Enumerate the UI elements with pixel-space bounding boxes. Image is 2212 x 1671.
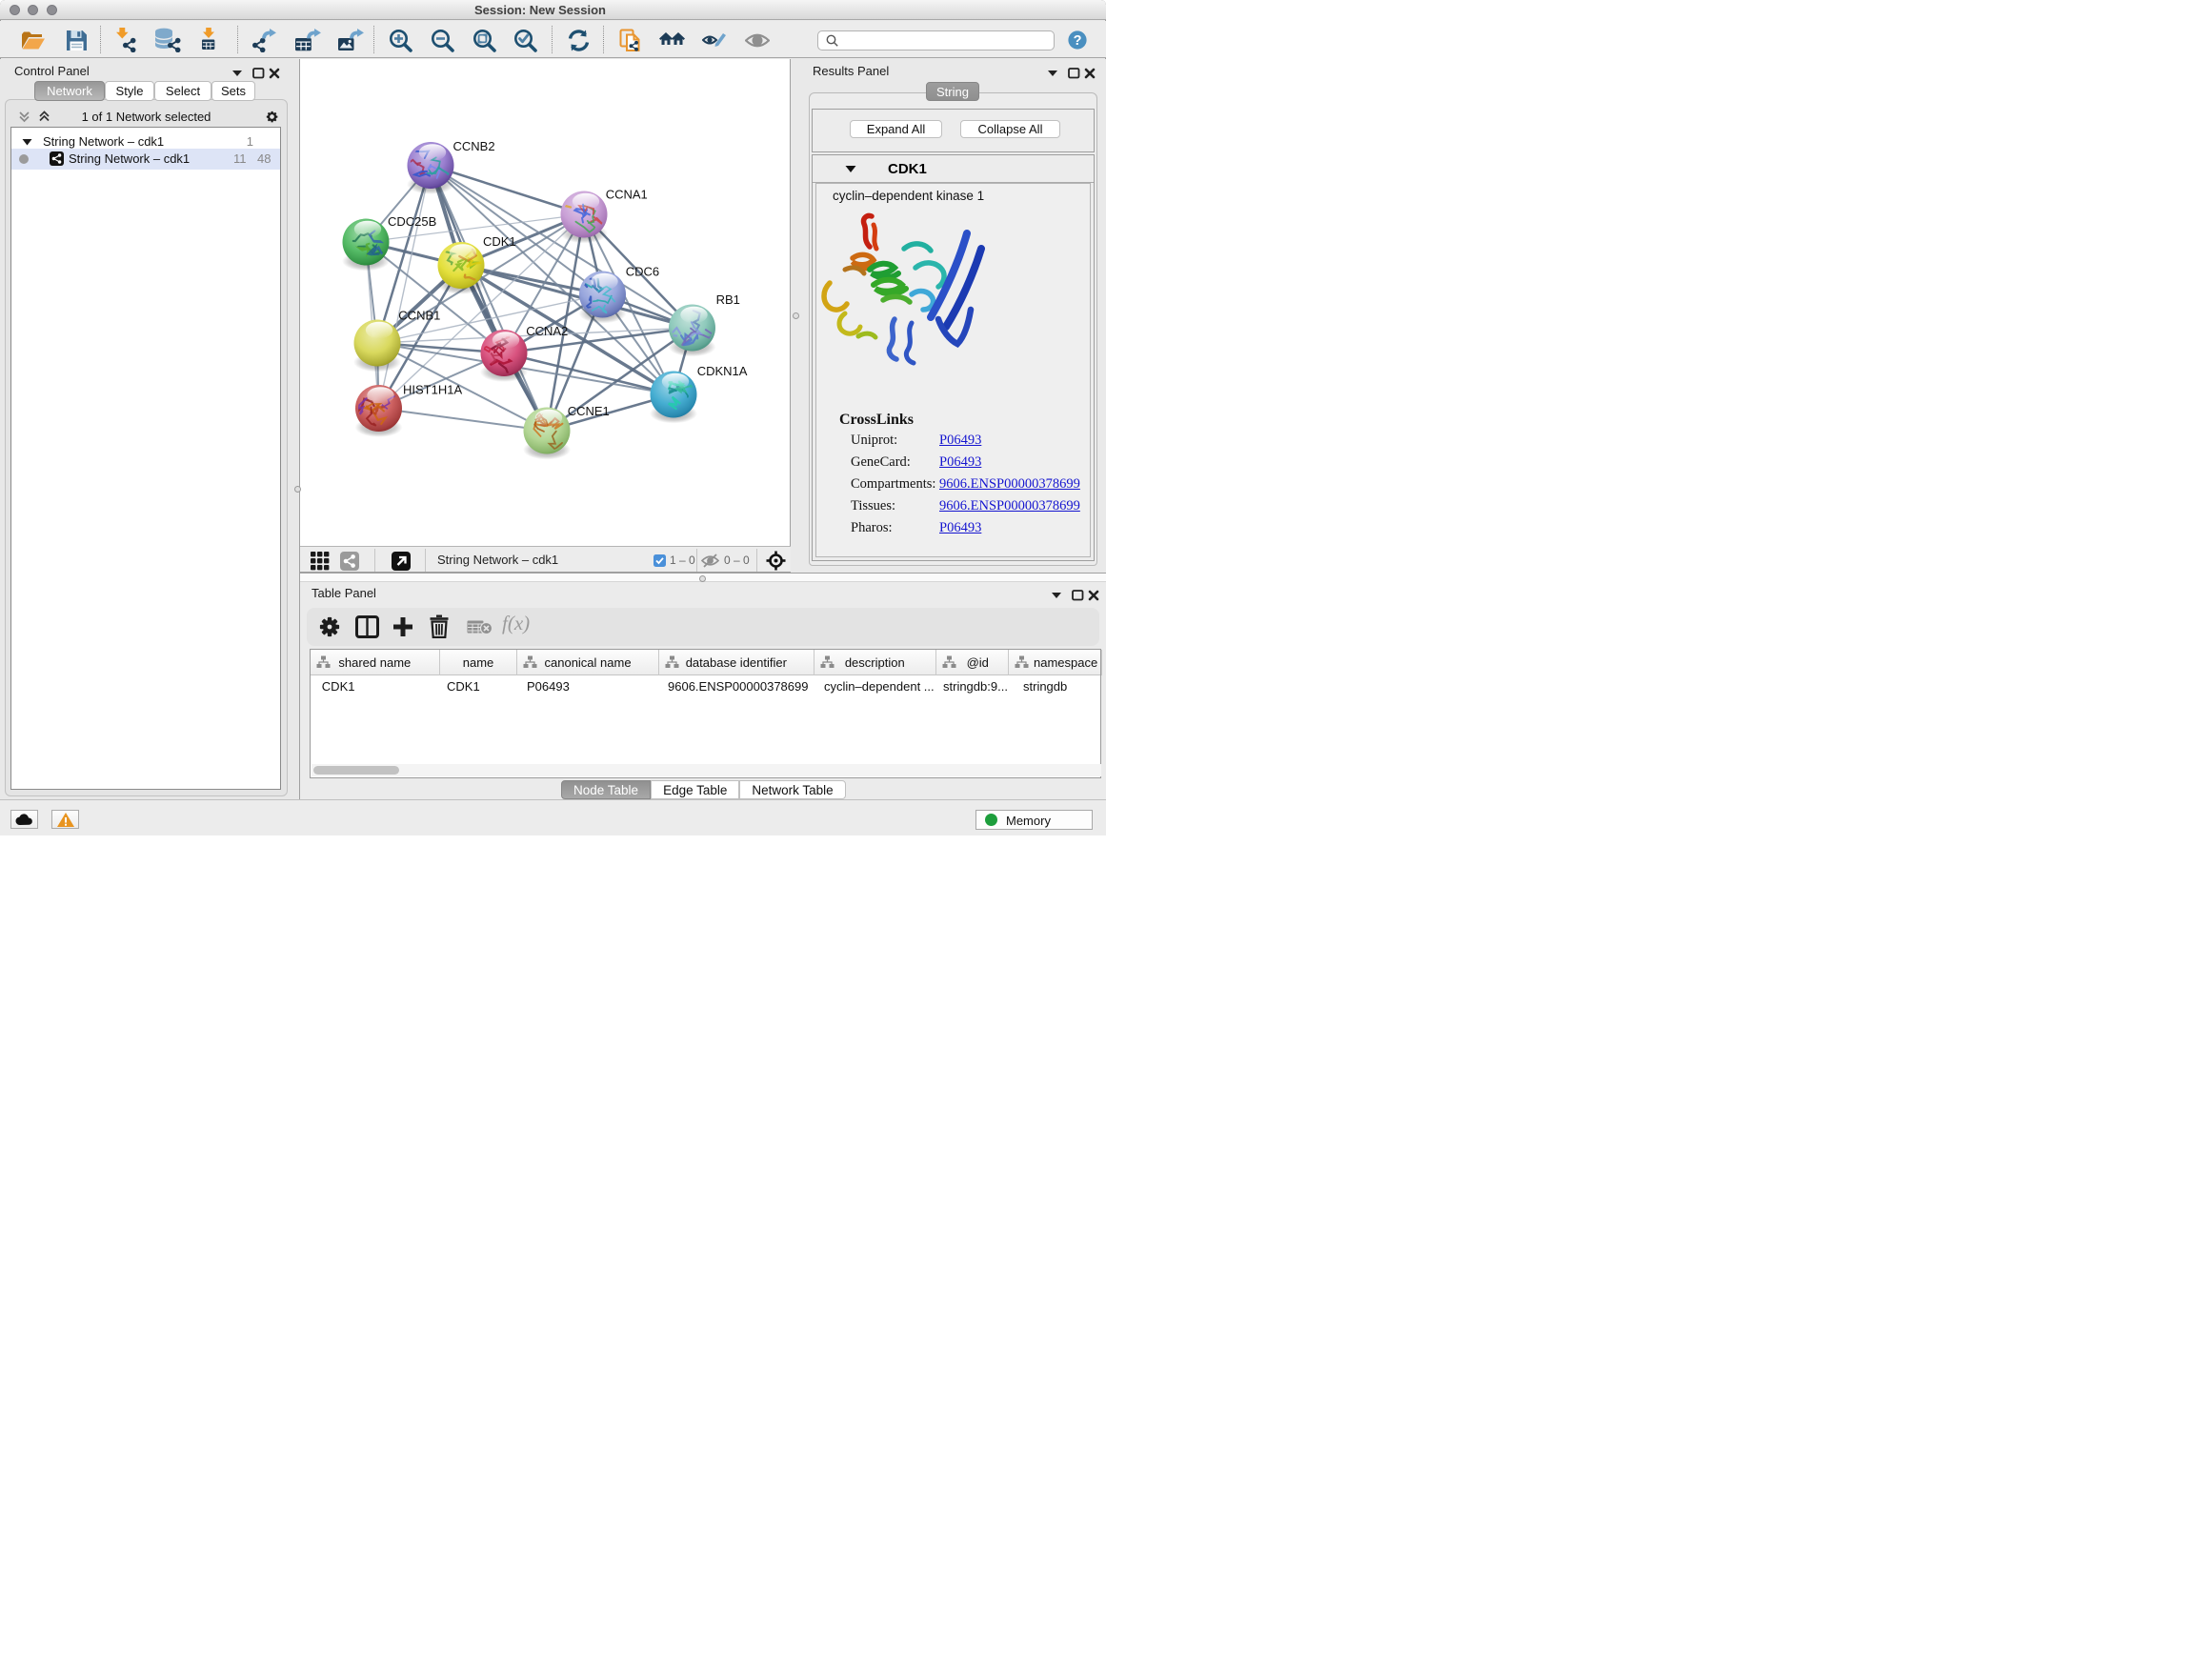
svg-text:CCNE1: CCNE1 [568,404,610,418]
svg-text:CCNA2: CCNA2 [526,324,568,338]
svg-text:CCNA1: CCNA1 [606,188,648,202]
svg-text:CCNB2: CCNB2 [453,139,495,153]
svg-text:CDK1: CDK1 [483,234,516,249]
svg-text:CDC6: CDC6 [626,265,659,279]
svg-text:CCNB1: CCNB1 [398,309,440,323]
svg-text:CDKN1A: CDKN1A [697,364,748,378]
svg-text:RB1: RB1 [716,292,740,307]
svg-text:?: ? [1074,33,1082,49]
svg-text:CDC25B: CDC25B [388,214,436,229]
svg-text:HIST1H1A: HIST1H1A [403,383,462,397]
